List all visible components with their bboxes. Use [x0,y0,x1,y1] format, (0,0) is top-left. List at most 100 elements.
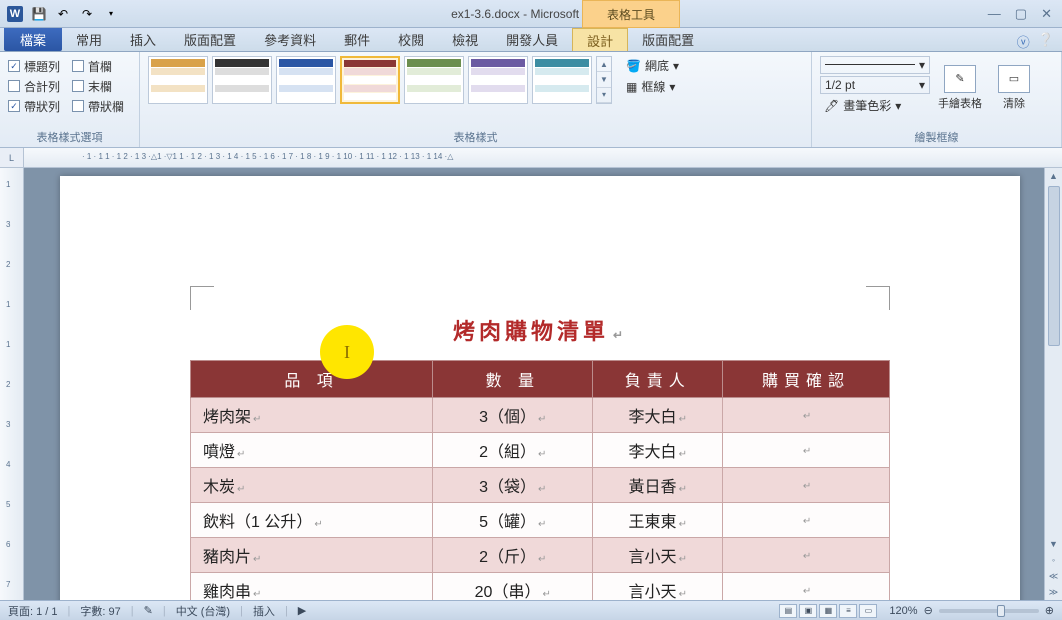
table-cell[interactable]: 2（組） [433,433,593,468]
table-style-thumb[interactable] [404,56,464,104]
table-style-thumb[interactable] [276,56,336,104]
redo-button[interactable]: ↷ [76,3,98,25]
table-row[interactable]: 噴燈2（組）李大白 [191,433,890,468]
status-mode[interactable]: 插入 [253,603,275,619]
vertical-scrollbar[interactable]: ▲ ▼ ◦ ≪ ≫ [1044,168,1062,600]
page[interactable]: 烤肉購物清單 品 項 數 量 負責人 購買確認 烤肉架3（個）李大白噴燈2（組）… [60,176,1020,600]
opt-last-col[interactable]: 末欄 [72,76,124,96]
table-style-thumb-selected[interactable] [340,56,400,104]
table-row[interactable]: 豬肉片2（斤）言小天 [191,538,890,573]
next-page[interactable]: ≫ [1045,584,1062,600]
table-cell[interactable]: 言小天 [593,538,723,573]
table-cell[interactable] [723,398,890,433]
table-cell[interactable]: 20（串） [433,573,593,601]
table-cell[interactable] [723,573,890,601]
save-button[interactable]: 💾 [28,3,50,25]
table-cell[interactable]: 飲料（1 公升） [191,503,433,538]
table-cell[interactable] [723,433,890,468]
tab-developer[interactable]: 開發人員 [492,28,572,51]
spellcheck-icon[interactable]: ✎ [144,604,153,617]
borders-button[interactable]: ▦框線 ▾ [622,77,683,96]
vertical-ruler[interactable]: 13 21 12 34 56 7 [0,168,24,600]
table-row[interactable]: 雞肉串20（串）言小天 [191,573,890,601]
restore-button[interactable]: ▢ [1015,6,1027,22]
scroll-down[interactable]: ▼ [1045,536,1062,552]
table-cell[interactable]: 豬肉片 [191,538,433,573]
pen-color-button[interactable]: 🖊畫筆色彩 ▾ [820,96,930,115]
draw-table-button[interactable]: ✎手繪表格 [936,56,984,115]
table-cell[interactable]: 黃日香 [593,468,723,503]
table-cell[interactable]: 李大白 [593,398,723,433]
help-icon[interactable]: ❔ [1038,32,1054,51]
table-row[interactable]: 飲料（1 公升）5（罐）王東東 [191,503,890,538]
table-cell[interactable]: 言小天 [593,573,723,601]
table-cell[interactable] [723,468,890,503]
table-row[interactable]: 烤肉架3（個）李大白 [191,398,890,433]
opt-banded-rows[interactable]: ✓帶狀列 [8,96,60,116]
view-full-screen[interactable]: ▣ [799,604,817,618]
table-cell[interactable]: 雞肉串 [191,573,433,601]
col-confirm[interactable]: 購買確認 [723,361,890,398]
scroll-thumb[interactable] [1048,186,1060,346]
qat-customize[interactable]: ▾ [100,3,122,25]
macro-icon[interactable]: ▶ [298,604,306,617]
status-page[interactable]: 頁面: 1 / 1 [8,603,58,619]
tab-page-layout[interactable]: 版面配置 [170,28,250,51]
view-print-layout[interactable]: ▤ [779,604,797,618]
scroll-up[interactable]: ▲ [1045,168,1062,184]
opt-header-row[interactable]: ✓標題列 [8,56,60,76]
table-cell[interactable]: 2（斤） [433,538,593,573]
table-cell[interactable]: 木炭 [191,468,433,503]
gallery-scroll[interactable]: ▲▼▾ [596,56,612,104]
table-style-thumb[interactable] [468,56,528,104]
document-scroll[interactable]: 烤肉購物清單 品 項 數 量 負責人 購買確認 烤肉架3（個）李大白噴燈2（組）… [24,168,1062,600]
zoom-level[interactable]: 120% [889,605,917,617]
shading-button[interactable]: 🪣網底 ▾ [622,56,683,75]
table-style-thumb[interactable] [532,56,592,104]
table-cell[interactable]: 李大白 [593,433,723,468]
eraser-button[interactable]: ▭清除 [990,56,1038,115]
tab-home[interactable]: 常用 [62,28,116,51]
table-cell[interactable]: 烤肉架 [191,398,433,433]
table-row[interactable]: 木炭3（袋）黃日香 [191,468,890,503]
tab-design[interactable]: 設計 [572,28,628,51]
minimize-button[interactable]: — [988,6,1001,22]
table-cell[interactable]: 噴燈 [191,433,433,468]
undo-button[interactable]: ↶ [52,3,74,25]
col-qty[interactable]: 數 量 [433,361,593,398]
status-lang[interactable]: 中文 (台灣) [176,603,230,619]
zoom-in[interactable]: ⊕ [1045,604,1054,617]
tab-review[interactable]: 校閱 [384,28,438,51]
word-app-icon[interactable]: W [4,3,26,25]
zoom-slider[interactable] [939,609,1039,613]
table-cell[interactable] [723,538,890,573]
tab-view[interactable]: 檢視 [438,28,492,51]
table-cell[interactable] [723,503,890,538]
object-browse[interactable]: ◦ [1045,552,1062,568]
tab-references[interactable]: 參考資料 [250,28,330,51]
minimize-ribbon-icon[interactable]: ⓥ [1017,32,1030,51]
close-button[interactable]: ✕ [1041,6,1052,22]
line-style-dropdown[interactable]: ▾ [820,56,930,74]
opt-banded-cols[interactable]: 帶狀欄 [72,96,124,116]
table-cell[interactable]: 王東東 [593,503,723,538]
zoom-out[interactable]: ⊖ [924,604,933,617]
opt-total-row[interactable]: 合計列 [8,76,60,96]
line-weight-dropdown[interactable]: 1/2 pt▾ [820,76,930,94]
tab-insert[interactable]: 插入 [116,28,170,51]
document-title[interactable]: 烤肉購物清單 [190,314,890,346]
tab-layout[interactable]: 版面配置 [628,28,708,51]
table-style-thumb[interactable] [212,56,272,104]
tab-mailings[interactable]: 郵件 [330,28,384,51]
table-style-thumb[interactable] [148,56,208,104]
prev-page[interactable]: ≪ [1045,568,1062,584]
view-draft[interactable]: ▭ [859,604,877,618]
col-person[interactable]: 負責人 [593,361,723,398]
view-web[interactable]: ▦ [819,604,837,618]
view-outline[interactable]: ≡ [839,604,857,618]
table-cell[interactable]: 3（袋） [433,468,593,503]
file-tab[interactable]: 檔案 [4,28,62,51]
shopping-table[interactable]: 品 項 數 量 負責人 購買確認 烤肉架3（個）李大白噴燈2（組）李大白木炭3（… [190,360,890,600]
status-words[interactable]: 字數: 97 [80,603,120,619]
opt-first-col[interactable]: 首欄 [72,56,124,76]
